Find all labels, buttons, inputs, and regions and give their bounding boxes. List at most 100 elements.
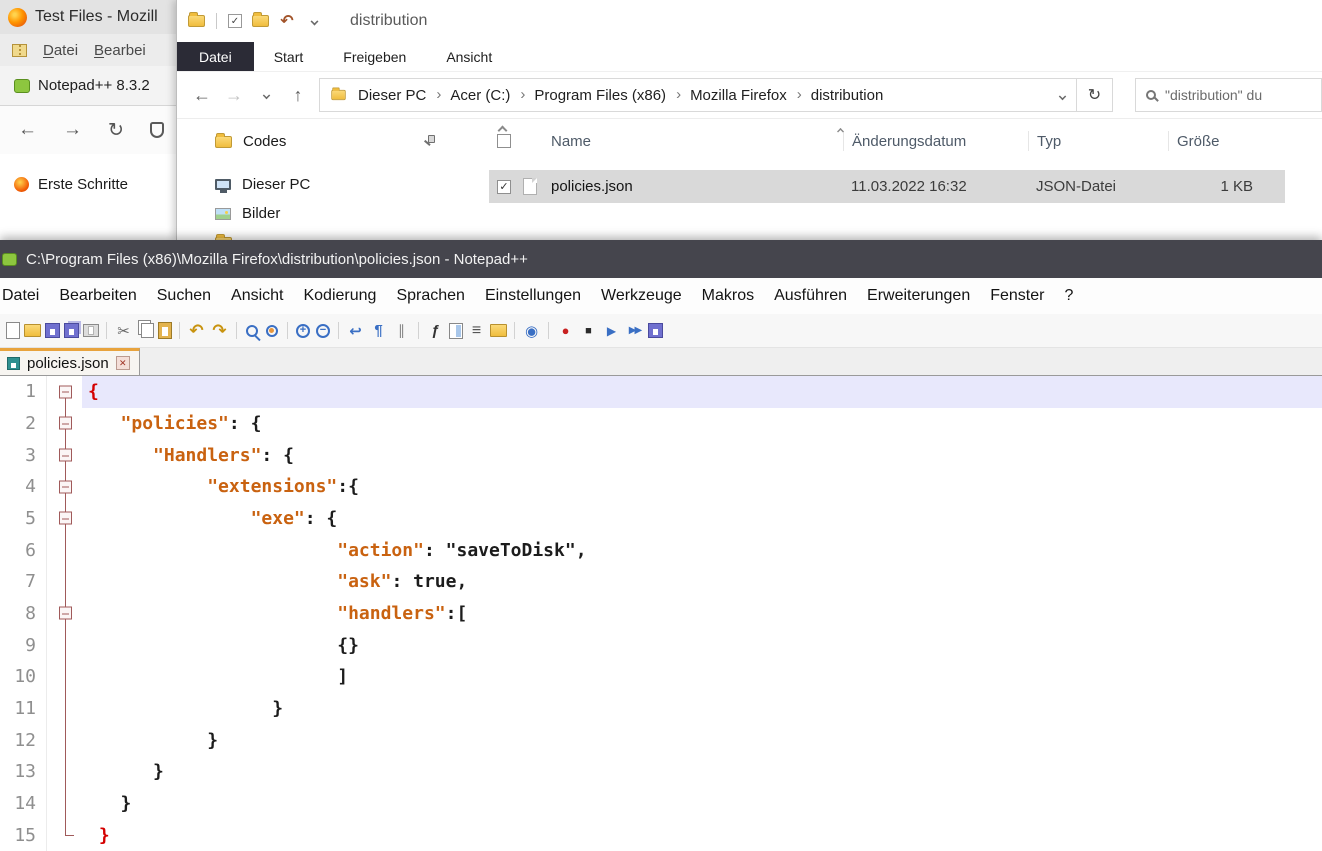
bookmark-erste-schritte[interactable]: Erste Schritte — [14, 176, 128, 193]
editor-lines[interactable]: 1{2 "policies": {3 "Handlers": {4 "exten… — [0, 376, 1322, 851]
back-icon[interactable]: ← — [18, 119, 37, 141]
word-wrap-icon[interactable] — [346, 321, 365, 340]
line-number[interactable]: 15 — [0, 819, 46, 851]
editor-line[interactable]: 10 ] — [0, 661, 1322, 693]
print-icon[interactable] — [83, 324, 99, 337]
npp-menu-help[interactable]: ? — [1054, 287, 1083, 305]
save-all-icon[interactable] — [64, 323, 79, 338]
npp-menu-ausfhren[interactable]: Ausführen — [764, 287, 857, 305]
new-file-icon[interactable] — [6, 322, 20, 339]
open-folder-icon[interactable] — [24, 324, 41, 337]
doc-map-icon[interactable] — [449, 323, 463, 339]
line-number[interactable]: 2 — [0, 408, 46, 440]
line-number[interactable]: 11 — [0, 693, 46, 725]
tab-policies-json[interactable]: policies.json — [0, 348, 140, 375]
save-icon[interactable] — [45, 323, 60, 338]
undo-button-icon[interactable] — [278, 12, 296, 30]
find-replace-icon[interactable] — [266, 325, 278, 337]
column-header-3[interactable]: Größe — [1168, 131, 1322, 151]
npp-menu-suchen[interactable]: Suchen — [147, 287, 221, 305]
line-number[interactable]: 14 — [0, 788, 46, 820]
save-macro-icon[interactable] — [648, 323, 663, 338]
npp-menu-makros[interactable]: Makros — [692, 287, 764, 305]
editor-line[interactable]: 6 "action": "saveToDisk", — [0, 534, 1322, 566]
folder-workspace-icon[interactable] — [490, 324, 507, 337]
npp-menu-datei[interactable]: Datei — [0, 287, 49, 305]
new-folder-button-icon[interactable] — [251, 12, 269, 30]
cut-icon[interactable] — [114, 321, 133, 340]
indent-guide-icon[interactable] — [392, 321, 411, 340]
zoom-out-icon[interactable] — [316, 324, 330, 338]
redo-icon[interactable] — [210, 321, 229, 340]
show-all-chars-icon[interactable] — [369, 321, 388, 340]
play-macro-icon[interactable] — [602, 321, 621, 340]
ribbon-tab-start[interactable]: Start — [254, 42, 324, 71]
editor-line[interactable]: 1{ — [0, 376, 1322, 408]
line-number[interactable]: 13 — [0, 756, 46, 788]
breadcrumb-item[interactable]: Acer (C:) — [448, 87, 532, 104]
breadcrumb-item[interactable]: distribution — [809, 87, 888, 104]
editor-line[interactable]: 15 } — [0, 819, 1322, 851]
monitor-icon[interactable] — [522, 321, 541, 340]
fold-toggle-icon[interactable] — [59, 417, 72, 430]
npp-menu-werkzeuge[interactable]: Werkzeuge — [591, 287, 692, 305]
line-number[interactable]: 9 — [0, 629, 46, 661]
editor-line[interactable]: 5 "exe": { — [0, 503, 1322, 535]
line-number[interactable]: 6 — [0, 534, 46, 566]
sidebar-item-cut[interactable] — [177, 228, 489, 240]
fold-toggle-icon[interactable] — [59, 385, 72, 398]
sidebar-item-dieser-pc[interactable]: Dieser PC — [177, 170, 489, 199]
editor-line[interactable]: 8 "handlers":[ — [0, 598, 1322, 630]
breadcrumb-item[interactable]: Dieser PC — [356, 87, 448, 104]
ribbon-tab-ansicht[interactable]: Ansicht — [426, 42, 512, 71]
copy-icon[interactable] — [141, 323, 154, 338]
up-button[interactable] — [287, 85, 309, 106]
recent-locations-chevron-icon[interactable] — [255, 92, 277, 99]
find-icon[interactable] — [246, 325, 258, 337]
firefox-menu-datei[interactable]: Datei — [43, 42, 78, 59]
editor-line[interactable]: 13 } — [0, 756, 1322, 788]
editor-line[interactable]: 2 "policies": { — [0, 408, 1322, 440]
npp-menu-fenster[interactable]: Fenster — [980, 287, 1054, 305]
npp-menu-erweiterungen[interactable]: Erweiterungen — [857, 287, 980, 305]
npp-menu-kodierung[interactable]: Kodierung — [293, 287, 386, 305]
customize-qat-chevron-icon[interactable] — [305, 12, 323, 30]
record-macro-icon[interactable] — [556, 321, 575, 340]
breadcrumb-item[interactable]: Mozilla Firefox — [688, 87, 809, 104]
npp-menu-ansicht[interactable]: Ansicht — [221, 287, 293, 305]
npp-menu-einstellungen[interactable]: Einstellungen — [475, 287, 591, 305]
undo-icon[interactable] — [187, 321, 206, 340]
line-number[interactable]: 10 — [0, 661, 46, 693]
zoom-in-icon[interactable] — [296, 324, 310, 338]
line-number[interactable]: 4 — [0, 471, 46, 503]
column-header-2[interactable]: Typ — [1028, 131, 1168, 151]
ribbon-tab-freigeben[interactable]: Freigeben — [323, 42, 426, 71]
column-header-0[interactable]: Name — [543, 131, 843, 151]
reload-icon[interactable]: ↻ — [108, 119, 124, 142]
sidebar-item-bilder[interactable]: Bilder — [177, 199, 489, 228]
column-header-1[interactable]: Änderungsdatum — [843, 131, 1028, 151]
line-number[interactable]: 1 — [0, 376, 46, 408]
properties-button-icon[interactable] — [228, 14, 242, 28]
run-macro-multiple-icon[interactable] — [625, 321, 644, 340]
breadcrumb-item[interactable]: Program Files (x86) — [532, 87, 688, 104]
editor-line[interactable]: 11 } — [0, 693, 1322, 725]
refresh-button[interactable] — [1077, 78, 1113, 112]
file-row[interactable]: policies.json11.03.2022 16:32JSON-Datei1… — [489, 170, 1285, 203]
search-box[interactable]: "distribution" du — [1135, 78, 1322, 112]
editor-line[interactable]: 3 "Handlers": { — [0, 439, 1322, 471]
editor-line[interactable]: 9 {} — [0, 629, 1322, 661]
editor-line[interactable]: 12 } — [0, 724, 1322, 756]
fold-toggle-icon[interactable] — [59, 512, 72, 525]
editor-line[interactable]: 7 "ask": true, — [0, 566, 1322, 598]
forward-icon[interactable]: → — [63, 119, 82, 141]
editor-line[interactable]: 14 } — [0, 788, 1322, 820]
address-bar[interactable]: Dieser PCAcer (C:)Program Files (x86)Moz… — [319, 78, 1077, 112]
tab-close-icon[interactable] — [116, 356, 130, 370]
line-number[interactable]: 7 — [0, 566, 46, 598]
shield-icon[interactable] — [150, 122, 164, 138]
sidebar-item-codes[interactable]: Codes — [177, 127, 489, 156]
function-list-icon[interactable] — [426, 321, 445, 340]
file-checkbox[interactable] — [497, 180, 511, 194]
select-all-checkbox[interactable] — [497, 134, 511, 148]
